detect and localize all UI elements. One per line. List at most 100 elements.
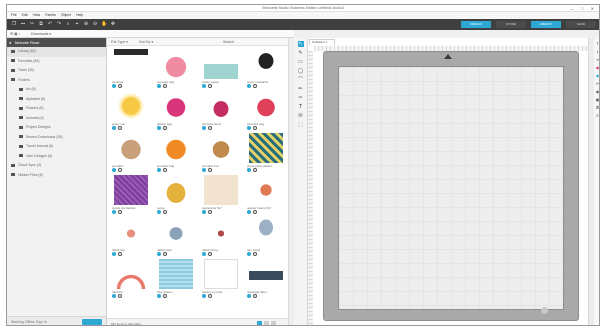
star-icon[interactable] (157, 294, 161, 298)
cut-icon[interactable] (163, 210, 167, 214)
menu-icon[interactable]: ≡ (596, 58, 599, 62)
design-tile[interactable]: rabbit pack (157, 217, 197, 257)
star-icon[interactable] (157, 126, 161, 130)
library-folder-item[interactable]: Hidden Files (8) (7, 171, 106, 181)
cut-icon[interactable] (208, 84, 212, 88)
star-icon[interactable] (157, 84, 161, 88)
scroll-down-icon[interactable]: ↓ (596, 50, 599, 54)
library-folder-item[interactable]: Cloud Sync (4) (7, 161, 106, 171)
design-tile[interactable]: pinstripe (112, 49, 152, 89)
star-icon[interactable] (247, 168, 251, 172)
star-icon[interactable] (112, 210, 116, 214)
signature-icon[interactable]: ✍ (596, 114, 599, 118)
design-tile[interactable]: princess bag (247, 91, 287, 131)
design-tile[interactable]: pumpkin box (202, 133, 242, 173)
tab-send[interactable]: SEND (566, 21, 596, 28)
zoom-icon[interactable]: ⌕ (65, 21, 71, 27)
scroll-up-icon[interactable]: ↑ (596, 42, 599, 46)
arc-icon[interactable]: ⌒ (298, 77, 304, 83)
pan-icon[interactable]: ✋ (101, 21, 107, 27)
menu-edit[interactable]: Edit (22, 13, 28, 17)
replicate-icon[interactable]: ▣ (596, 98, 599, 102)
design-tile[interactable]: quarantine 5x7 (202, 175, 242, 215)
cut-icon[interactable] (208, 294, 212, 298)
design-tile[interactable]: blue pattern (157, 259, 197, 299)
view-mode-icons[interactable]: ☰ ▦ ↓ (10, 32, 20, 36)
design-tile[interactable]: giftpop bag (157, 91, 197, 131)
library-folder-item[interactable]: Flowers (8) (7, 104, 106, 114)
star-icon[interactable] (247, 126, 251, 130)
rectangle-icon[interactable]: ▭ (298, 59, 304, 65)
detail-view-button[interactable] (271, 321, 276, 325)
design-tile[interactable]: rabbit tag (112, 217, 152, 257)
design-tile[interactable]: purse (157, 175, 197, 215)
zoom-in-icon[interactable]: ⊕ (83, 21, 89, 27)
star-icon[interactable] (247, 210, 251, 214)
document-tab[interactable]: Untitled-1 × (309, 39, 335, 45)
star-icon[interactable] (247, 84, 251, 88)
knife-icon[interactable]: ⬚ (298, 122, 304, 128)
star-icon[interactable] (247, 252, 251, 256)
star-icon[interactable] (202, 252, 206, 256)
signin-button[interactable] (82, 319, 102, 325)
star-icon[interactable] (202, 294, 206, 298)
star-icon[interactable] (112, 84, 116, 88)
downloads-dropdown[interactable]: Downloads ▾ (31, 32, 51, 36)
offset-icon[interactable]: ◉ (596, 90, 599, 94)
copy-icon[interactable]: ⧉ (38, 21, 44, 27)
brush-icon[interactable]: ✑ (298, 95, 304, 101)
menu-view[interactable]: View (33, 13, 41, 17)
star-icon[interactable] (112, 168, 116, 172)
design-tile[interactable]: purple dot fashion (112, 175, 152, 215)
design-tile[interactable]: raising my tribe (202, 259, 242, 299)
move-icon[interactable]: ✥ (110, 21, 116, 27)
design-tile[interactable]: purse party pattern (247, 133, 287, 173)
tab-library[interactable]: LIBRARY (531, 21, 561, 28)
cut-icon[interactable] (208, 168, 212, 172)
library-folder-item[interactable]: Library (52) (7, 47, 106, 57)
library-folder-item[interactable]: Travel Journal (6) (7, 142, 106, 152)
library-folder-item[interactable]: Project Designs (7, 123, 106, 133)
library-folder-item[interactable]: Animals (6) (7, 114, 106, 124)
window-controls[interactable]: — □ ✕ (570, 6, 597, 11)
sketch-icon[interactable]: ✏ (596, 82, 599, 86)
menu-file[interactable]: File (11, 13, 17, 17)
select-icon[interactable]: ↖ (297, 41, 304, 47)
design-tile[interactable]: pumpkin bag (157, 133, 197, 173)
zoom-out-icon[interactable]: ⊖ (92, 21, 98, 27)
star-icon[interactable] (202, 84, 206, 88)
design-tile[interactable]: pretty sun (112, 91, 152, 131)
library-folder-item[interactable]: Recent Downloads (28) (7, 133, 106, 143)
save-icon[interactable]: ⎓ (20, 21, 26, 27)
cut-icon[interactable] (163, 168, 167, 172)
cut-icon[interactable] (253, 168, 257, 172)
cut-icon[interactable] (208, 210, 212, 214)
fill-color-icon[interactable]: ◆ (596, 66, 599, 70)
cut-icon[interactable] (208, 252, 212, 256)
mat-grid[interactable] (338, 66, 564, 310)
cut-icon[interactable] (163, 252, 167, 256)
design-tile[interactable]: pretty squad (202, 49, 242, 89)
zoom-fit-icon[interactable]: ⌖ (74, 21, 80, 27)
grid-view-button[interactable] (257, 321, 262, 325)
sort-by-filter[interactable]: Sort By ▾ (139, 40, 153, 44)
menu-object[interactable]: Object (61, 13, 71, 17)
cut-icon[interactable] (253, 84, 257, 88)
search-input[interactable]: Search (223, 40, 234, 44)
eraser-icon[interactable]: ✉ (298, 113, 304, 119)
cut-icon[interactable] (208, 126, 212, 130)
library-folder-item[interactable]: Art (8) (7, 85, 106, 95)
library-folder-item[interactable]: Favorites (84) (7, 57, 106, 67)
undo-icon[interactable]: ↶ (47, 21, 53, 27)
design-tile[interactable]: rabbit string (202, 217, 242, 257)
cut-icon[interactable] (253, 126, 257, 130)
star-icon[interactable] (202, 126, 206, 130)
tab-store[interactable]: STORE (496, 21, 526, 28)
cut-icon[interactable] (118, 84, 122, 88)
trace-icon[interactable]: ⦾ (596, 106, 599, 110)
star-icon[interactable] (202, 168, 206, 172)
star-icon[interactable] (112, 294, 116, 298)
cut-icon[interactable] (163, 126, 167, 130)
cut-icon[interactable] (118, 252, 122, 256)
text-icon[interactable]: T (298, 104, 304, 110)
